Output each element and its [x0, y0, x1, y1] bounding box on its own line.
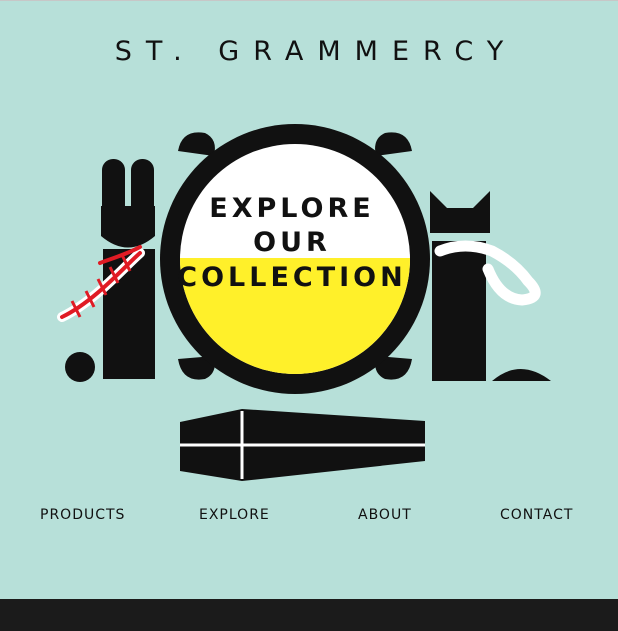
explore-collection-link-line1[interactable]: EXPLORE	[170, 193, 410, 224]
nav-item-about[interactable]: ABOUT	[358, 507, 412, 523]
explore-collection-link-line2[interactable]: OUR	[170, 227, 410, 258]
page-background: ST. GRAMMERCY EXPLORE OUR COLLECTION PRO…	[0, 1, 618, 599]
nav-item-contact[interactable]: CONTACT	[500, 507, 573, 523]
nav-item-products[interactable]: PRODUCTS	[40, 507, 125, 523]
nav-item-explore[interactable]: EXPLORE	[199, 507, 270, 523]
footer-bar	[0, 599, 618, 631]
plate-frame-icon	[160, 124, 430, 394]
coffin-icon	[180, 409, 425, 481]
explore-collection-link-line3[interactable]: COLLECTION	[170, 262, 410, 293]
rabbit-icon	[65, 159, 155, 382]
main-nav: PRODUCTS EXPLORE ABOUT CONTACT	[0, 507, 618, 527]
